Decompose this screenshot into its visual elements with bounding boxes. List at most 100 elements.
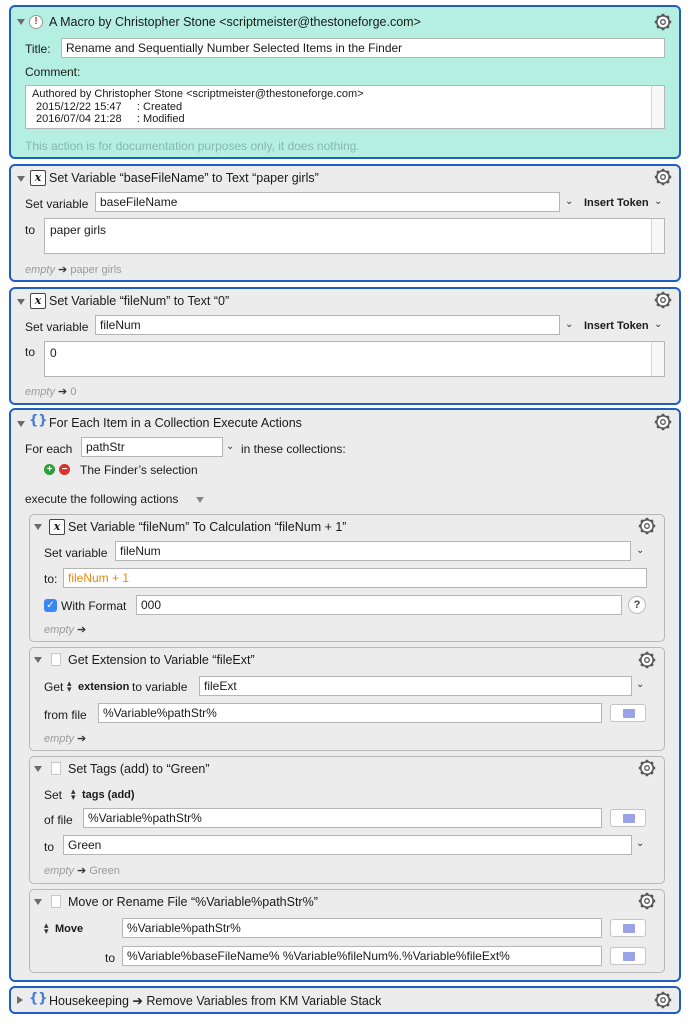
- comment-line: 2015/12/22 15:47 : Created: [36, 100, 183, 113]
- insert-token-button[interactable]: Insert Token: [584, 197, 649, 209]
- updown-chevron-icon[interactable]: ▴ ▾: [71, 787, 76, 802]
- chevron-down-icon[interactable]: ⌄: [654, 196, 662, 207]
- preview-empty: empty: [44, 865, 74, 877]
- variable-name-field[interactable]: fileExt: [199, 676, 632, 696]
- file-path-field[interactable]: %Variable%pathStr%: [98, 703, 602, 723]
- mode-popup[interactable]: tags (add): [82, 789, 135, 801]
- gear-icon[interactable]: [654, 413, 672, 431]
- choose-file-button[interactable]: [610, 809, 646, 827]
- collection-item[interactable]: The Finder’s selection: [80, 463, 198, 477]
- preview-line: empty ➔ 0: [25, 385, 76, 398]
- chevron-down-icon[interactable]: ⌄: [565, 319, 573, 330]
- variable-x-icon: x: [30, 170, 46, 186]
- to-variable-label: to variable: [132, 680, 188, 694]
- scrollbar[interactable]: [651, 86, 664, 128]
- updown-chevron-icon[interactable]: ▴ ▾: [44, 921, 49, 936]
- destination-path-field[interactable]: %Variable%baseFileName% %Variable%fileNu…: [122, 946, 602, 966]
- calculation-field[interactable]: fileNum + 1: [63, 568, 647, 588]
- chevron-down-icon[interactable]: ⌄: [636, 838, 644, 849]
- chevron-down-icon[interactable]: ⌄: [636, 545, 644, 556]
- title-field[interactable]: Rename and Sequentially Number Selected …: [61, 38, 665, 58]
- to-label: to:: [44, 572, 58, 586]
- chevron-down-icon[interactable]: ⌄: [565, 196, 573, 207]
- updown-chevron-icon[interactable]: ▴ ▾: [67, 679, 72, 694]
- file-icon: [51, 895, 61, 908]
- chevron-down-icon[interactable]: ⌄: [654, 319, 662, 330]
- scrollbar[interactable]: [651, 219, 664, 253]
- preview-value: 0: [70, 386, 77, 398]
- value-text-field[interactable]: 0: [44, 341, 665, 377]
- chevron-down-icon[interactable]: ⌄: [226, 441, 234, 452]
- preview-value: paper girls: [70, 264, 122, 276]
- disclosure-triangle-icon[interactable]: [17, 19, 25, 25]
- set-variable-label: Set variable: [44, 546, 108, 560]
- disclosure-triangle-icon[interactable]: [17, 299, 25, 305]
- disclosure-triangle-icon[interactable]: [17, 421, 25, 427]
- from-file-label: from file: [44, 708, 87, 722]
- disclosure-triangle-icon[interactable]: [17, 996, 23, 1004]
- gear-icon[interactable]: [654, 168, 672, 186]
- preview-arrow: ➔: [77, 733, 87, 745]
- get-extension-action[interactable]: Get Extension to Variable “fileExt” Get …: [29, 647, 665, 751]
- preview-empty: empty: [25, 264, 55, 276]
- title-label: Title:: [25, 42, 51, 56]
- value-text-field[interactable]: paper girls: [44, 218, 665, 254]
- remove-collection-icon[interactable]: −: [59, 464, 70, 475]
- gear-icon[interactable]: [654, 13, 672, 31]
- comment-line: Authored by Christopher Stone <scriptmei…: [32, 88, 364, 100]
- disclosure-triangle-icon[interactable]: [34, 524, 42, 530]
- variable-x-icon: x: [30, 293, 46, 309]
- choose-file-button[interactable]: [610, 704, 646, 722]
- source-path-field[interactable]: %Variable%pathStr%: [122, 918, 602, 938]
- value-text: paper girls: [50, 223, 107, 237]
- preview-arrow: ➔: [77, 624, 87, 636]
- add-collection-icon[interactable]: +: [44, 464, 55, 475]
- scrollbar[interactable]: [651, 342, 664, 376]
- action-title: Get Extension to Variable “fileExt”: [68, 653, 255, 667]
- chevron-down-icon[interactable]: ⌄: [636, 679, 644, 690]
- file-icon: [51, 762, 61, 775]
- help-button[interactable]: ?: [628, 596, 646, 614]
- disclosure-triangle-icon[interactable]: [34, 657, 42, 663]
- set-tags-action[interactable]: Set Tags (add) to “Green” Set ▴ ▾ tags (a…: [29, 756, 665, 884]
- disclosure-triangle-icon[interactable]: [17, 176, 25, 182]
- preview-value: Green: [89, 865, 120, 877]
- file-path-field[interactable]: %Variable%pathStr%: [83, 808, 602, 828]
- for-each-action[interactable]: {} For Each Item in a Collection Execute…: [9, 408, 681, 982]
- set-variable-action[interactable]: x Set Variable “baseFileName” to Text “p…: [9, 164, 681, 282]
- insert-token-button[interactable]: Insert Token: [584, 320, 649, 332]
- gear-icon[interactable]: [638, 892, 656, 910]
- collections-label: in these collections:: [241, 442, 346, 456]
- action-title: Set Variable “fileNum” To Calculation “f…: [68, 520, 347, 534]
- for-each-label: For each: [25, 442, 73, 456]
- tag-field[interactable]: Green: [63, 835, 632, 855]
- set-variable-action[interactable]: x Set Variable “fileNum” to Text “0” Set…: [9, 287, 681, 405]
- variable-name-field[interactable]: baseFileName: [95, 192, 560, 212]
- chevron-down-icon[interactable]: [196, 497, 204, 503]
- for-each-variable-field[interactable]: pathStr: [81, 437, 223, 457]
- choose-file-button[interactable]: [610, 919, 646, 937]
- action-title: Set Tags (add) to “Green”: [68, 762, 210, 776]
- gear-icon[interactable]: [654, 991, 672, 1009]
- comment-action[interactable]: ! A Macro by Christopher Stone <scriptme…: [9, 5, 681, 159]
- kind-popup[interactable]: extension: [78, 681, 129, 693]
- gear-icon[interactable]: [638, 517, 656, 535]
- calculation-action[interactable]: x Set Variable “fileNum” To Calculation …: [29, 514, 665, 642]
- gear-icon[interactable]: [638, 651, 656, 669]
- with-format-checkbox[interactable]: ✓: [44, 599, 57, 612]
- housekeeping-group[interactable]: {} Housekeeping ➔ Remove Variables from …: [9, 986, 681, 1014]
- gear-icon[interactable]: [654, 291, 672, 309]
- mode-popup[interactable]: Move: [55, 923, 83, 935]
- comment-field[interactable]: Authored by Christopher Stone <scriptmei…: [25, 85, 665, 129]
- variable-name-field[interactable]: fileNum: [115, 541, 631, 561]
- folder-icon: [623, 814, 635, 823]
- preview-line: empty ➔: [44, 623, 86, 636]
- disclosure-triangle-icon[interactable]: [34, 766, 42, 772]
- preview-line: empty ➔ Green: [44, 864, 120, 877]
- move-rename-action[interactable]: Move or Rename File “%Variable%pathStr%”…: [29, 889, 665, 973]
- gear-icon[interactable]: [638, 759, 656, 777]
- variable-name-field[interactable]: fileNum: [95, 315, 560, 335]
- disclosure-triangle-icon[interactable]: [34, 899, 42, 905]
- choose-file-button[interactable]: [610, 947, 646, 965]
- format-field[interactable]: 000: [136, 595, 622, 615]
